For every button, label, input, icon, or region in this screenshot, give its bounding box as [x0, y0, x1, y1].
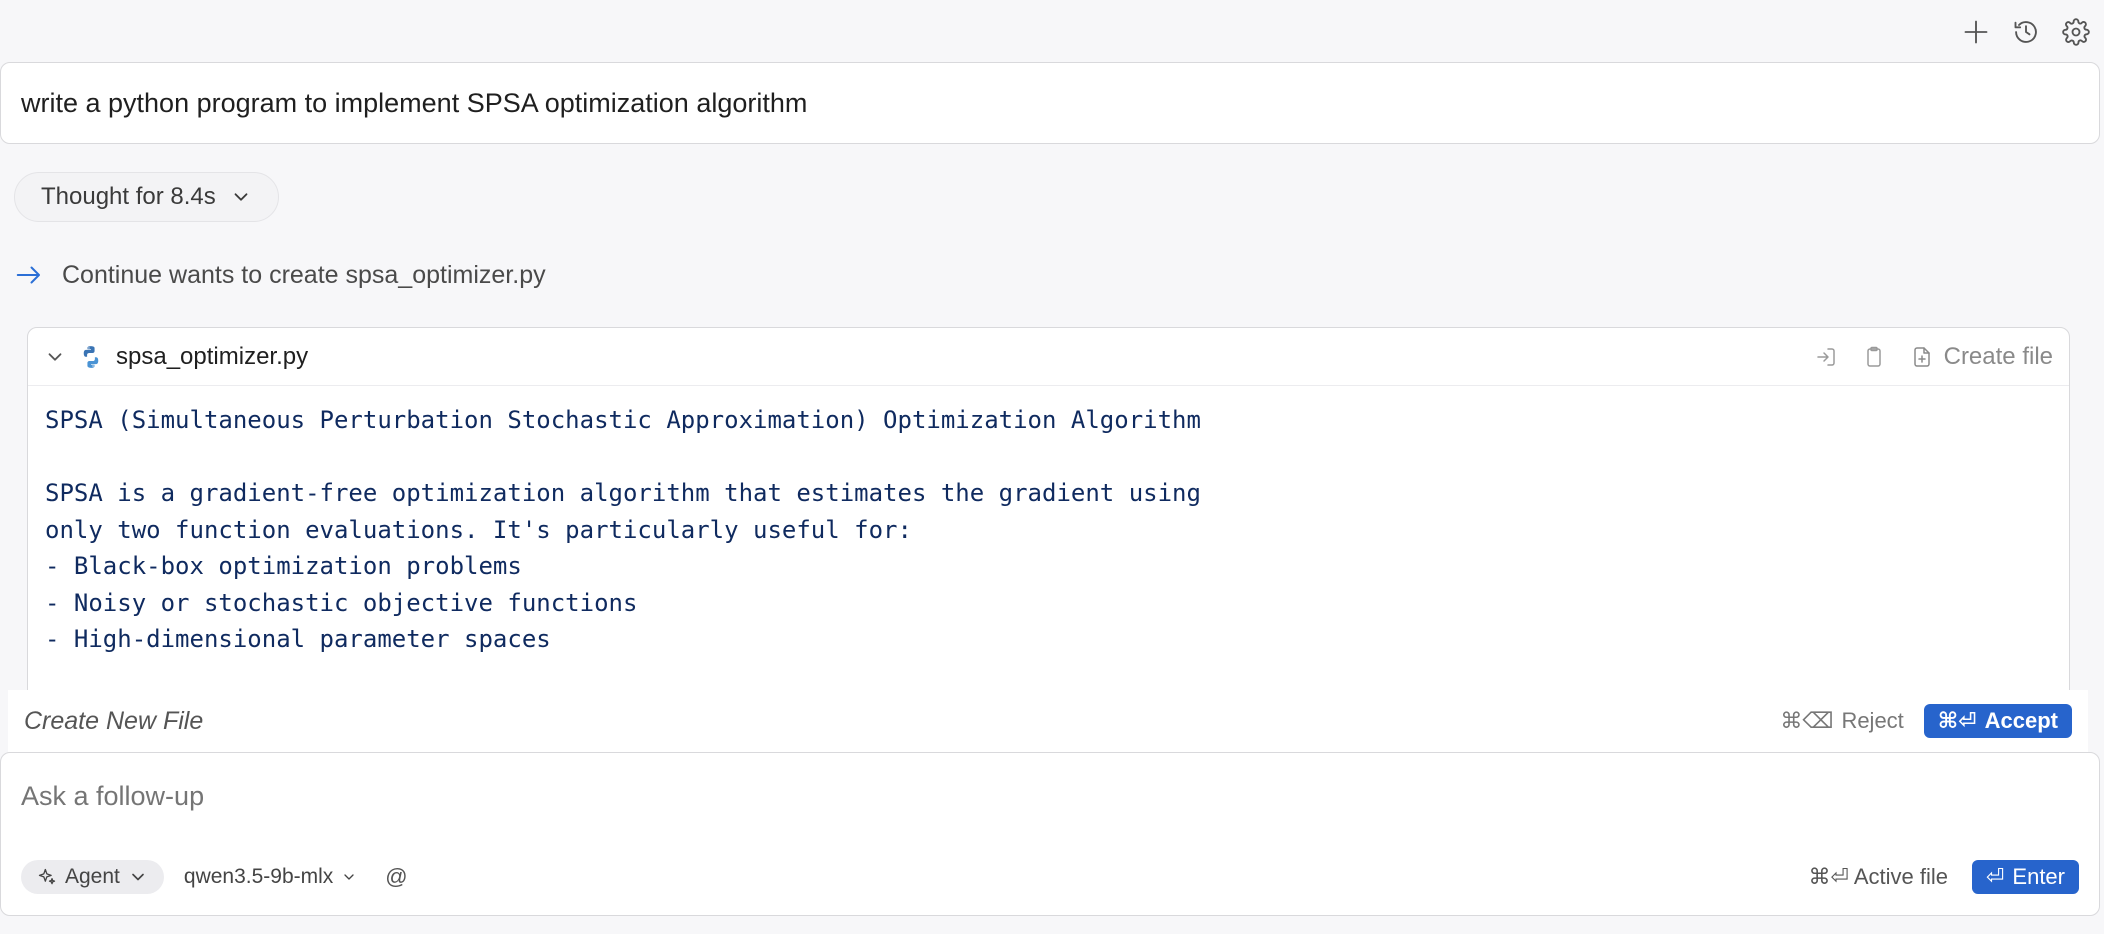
followup-card: Agent qwen3.5-9b-mlx @ ⌘⏎ Active file ⏎ …	[0, 752, 2100, 916]
model-select[interactable]: qwen3.5-9b-mlx	[184, 865, 357, 889]
create-file-button[interactable]: Create file	[1910, 343, 2053, 371]
code-line: SPSA is a gradient-free optimization alg…	[45, 479, 1201, 507]
code-line: only two function evaluations. It's part…	[45, 515, 912, 544]
reject-shortcut: ⌘⌫	[1780, 708, 1834, 733]
code-line: - Noisy or stochastic objective function…	[45, 588, 638, 617]
code-line: - High-dimensional parameter spaces	[45, 625, 551, 653]
code-line: ​	[45, 439, 2052, 476]
chevron-down-icon	[344, 874, 354, 880]
followup-input[interactable]	[21, 781, 2061, 812]
insert-at-cursor-icon[interactable]	[1814, 345, 1838, 369]
enter-shortcut: ⏎	[1985, 864, 2005, 889]
thought-label: Thought for 8.4s	[41, 183, 216, 210]
create-new-file-bar: Create New File ⌘⌫ Reject ⌘⏎ Accept	[8, 690, 2088, 752]
model-label: qwen3.5-9b-mlx	[183, 865, 334, 888]
arrow-right-icon	[16, 266, 40, 284]
top-toolbar	[1958, 14, 2094, 50]
accept-label: Accept	[1984, 708, 2058, 733]
continue-notice: Continue wants to create spsa_optimizer.…	[14, 260, 546, 290]
active-file-button[interactable]: ⌘⏎ Active file	[1808, 864, 1947, 890]
chevron-down-icon	[234, 193, 248, 201]
accept-button[interactable]: ⌘⏎ Accept	[1923, 704, 2072, 738]
clipboard-icon[interactable]	[1862, 345, 1886, 369]
newfile-actions: ⌘⌫ Reject ⌘⏎ Accept	[1780, 704, 2072, 738]
new-file-icon	[1913, 346, 1930, 367]
code-block[interactable]: SPSA (Simultaneous Perturbation Stochast…	[28, 386, 2069, 658]
accept-shortcut: ⌘⏎	[1937, 708, 1977, 733]
user-message[interactable]: write a python program to implement SPSA…	[0, 62, 2100, 144]
chat-panel: write a python program to implement SPSA…	[0, 0, 2104, 934]
history-icon[interactable]	[2008, 14, 2044, 50]
agent-mode-select[interactable]: Agent	[21, 860, 164, 894]
gear-icon[interactable]	[2058, 14, 2094, 50]
file-preview-card: spsa_optimizer.py Create file SPSA (Simu…	[27, 327, 2070, 737]
file-header: spsa_optimizer.py Create file	[28, 328, 2069, 386]
code-line: SPSA (Simultaneous Perturbation Stochast…	[45, 406, 1201, 434]
enter-label: Enter	[2012, 864, 2065, 889]
chevron-down-icon[interactable]	[44, 346, 66, 368]
reject-label: Reject	[1841, 708, 1904, 733]
plus-icon[interactable]	[1958, 14, 1994, 50]
python-icon	[83, 345, 99, 368]
user-message-text: write a python program to implement SPSA…	[21, 87, 808, 118]
create-file-label: Create file	[1943, 342, 2053, 370]
mention-button[interactable]: @	[385, 864, 407, 890]
thought-toggle[interactable]: Thought for 8.4s	[14, 172, 279, 222]
agent-label: Agent	[65, 865, 120, 888]
followup-actions: ⌘⏎ Active file ⏎ Enter	[1808, 860, 2079, 894]
file-actions: Create file	[1814, 343, 2053, 371]
create-new-file-label: Create New File	[24, 706, 204, 735]
continue-text: Continue wants to create spsa_optimizer.…	[62, 260, 546, 289]
sparkle-icon	[38, 868, 56, 885]
reject-button[interactable]: ⌘⌫ Reject	[1780, 708, 1903, 734]
enter-button[interactable]: ⏎ Enter	[1971, 860, 2079, 894]
code-line: - Black-box optimization problems	[45, 552, 522, 580]
chevron-down-icon	[132, 873, 144, 881]
followup-toolbar: Agent qwen3.5-9b-mlx @ ⌘⏎ Active file ⏎ …	[21, 859, 2079, 895]
file-name: spsa_optimizer.py	[116, 342, 309, 370]
